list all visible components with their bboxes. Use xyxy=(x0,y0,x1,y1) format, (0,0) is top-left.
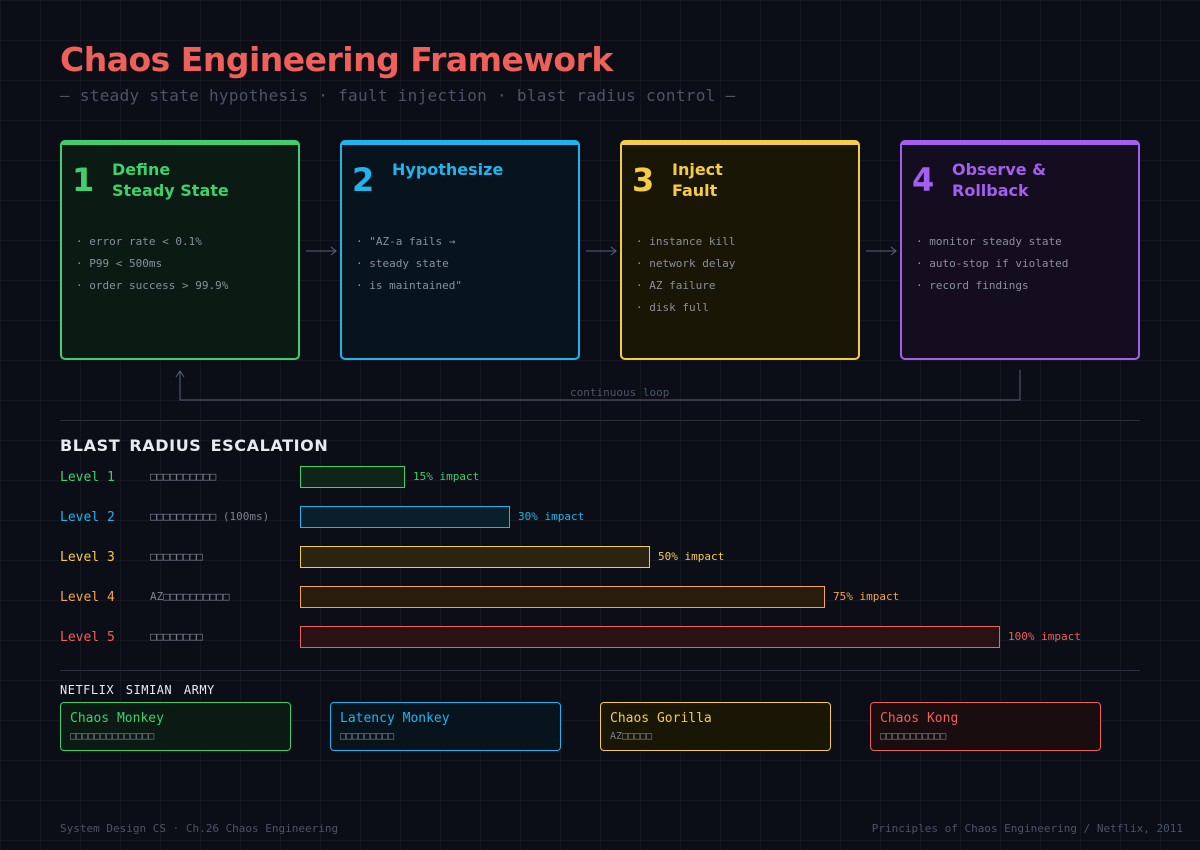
blast-level-desc: AZ□□□□□□□□□□ xyxy=(150,590,230,603)
footer-left: System Design CS · Ch.26 Chaos Engineeri… xyxy=(60,822,339,835)
loop-label: continuous loop xyxy=(570,386,670,399)
arrow-right-icon xyxy=(306,246,337,256)
blast-level-desc: □□□□□□□□ xyxy=(150,550,203,563)
blast-level-impact: 30% impact xyxy=(518,510,585,523)
simian-army-name: Chaos Kong xyxy=(880,711,959,726)
blast-level-bar xyxy=(300,586,825,608)
simian-army-card: Latency Monkey □□□□□□□□□ xyxy=(330,702,561,751)
blast-level-desc: □□□□□□□□□□ xyxy=(150,470,217,483)
blast-level-bar xyxy=(300,466,405,488)
blast-level-impact: 15% impact xyxy=(413,470,480,483)
simian-army-card: Chaos Monkey □□□□□□□□□□□□□□ xyxy=(60,702,291,751)
blast-level-label: Level 1 xyxy=(60,470,115,485)
simian-army-desc: AZ□□□□□ xyxy=(610,731,653,742)
blast-radius-heading: BLAST RADIUS ESCALATION xyxy=(60,436,329,455)
simian-army-heading: NETFLIX SIMIAN ARMY xyxy=(60,683,215,697)
simian-army-name: Chaos Gorilla xyxy=(610,711,712,726)
blast-level-impact: 75% impact xyxy=(833,590,900,603)
section-divider xyxy=(60,420,1140,421)
arrow-right-icon xyxy=(586,246,617,256)
blast-level-bar xyxy=(300,626,1000,648)
blast-level-label: Level 3 xyxy=(60,550,115,565)
simian-army-card: Chaos Kong □□□□□□□□□□□ xyxy=(870,702,1101,751)
blast-level-impact: 50% impact xyxy=(658,550,725,563)
simian-army-name: Chaos Monkey xyxy=(70,711,164,726)
section-divider xyxy=(60,670,1140,671)
blast-level-bar xyxy=(300,506,510,528)
blast-level-impact: 100% impact xyxy=(1008,630,1081,643)
simian-army-desc: □□□□□□□□□ xyxy=(340,731,395,742)
blast-level-desc: □□□□□□□□ xyxy=(150,630,203,643)
blast-level-bar xyxy=(300,546,650,568)
blast-level-desc: □□□□□□□□□□ (100ms) xyxy=(150,510,270,523)
flow-connectors xyxy=(175,246,1021,401)
simian-army-desc: □□□□□□□□□□□□□□ xyxy=(70,731,155,742)
simian-army-desc: □□□□□□□□□□□ xyxy=(880,731,947,742)
simian-army-card: Chaos Gorilla AZ□□□□□ xyxy=(600,702,831,751)
blast-level-label: Level 5 xyxy=(60,630,115,645)
blast-level-label: Level 2 xyxy=(60,510,115,525)
footer-right: Principles of Chaos Engineering / Netfli… xyxy=(871,822,1183,835)
blast-level-label: Level 4 xyxy=(60,590,115,605)
arrow-right-icon xyxy=(866,246,897,256)
simian-army-name: Latency Monkey xyxy=(340,711,450,726)
